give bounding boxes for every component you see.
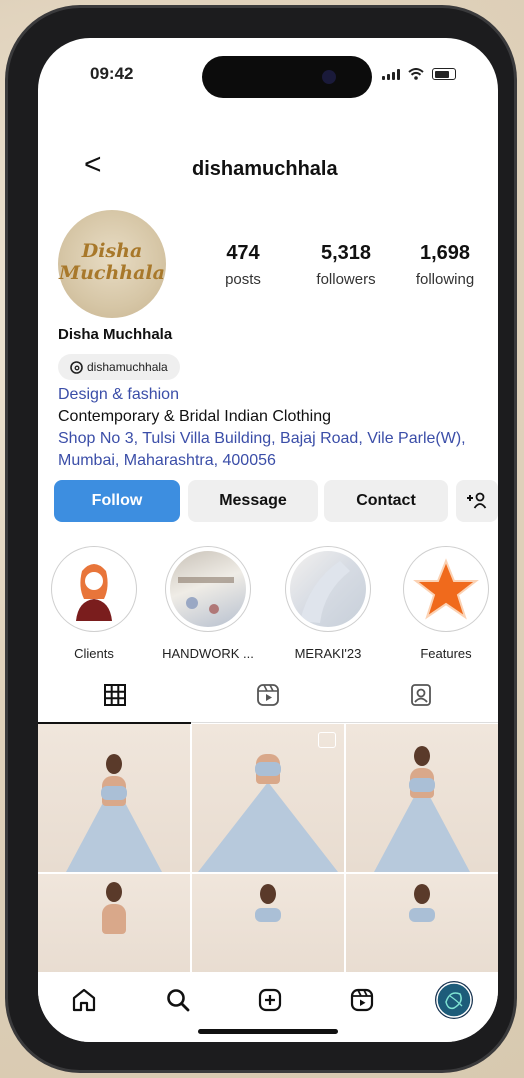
home-icon — [72, 988, 96, 1012]
profile-address[interactable]: Shop No 3, Tulsi Villa Building, Bajaj R… — [58, 428, 478, 472]
tab-reels[interactable] — [191, 668, 344, 722]
battery-icon — [432, 68, 456, 80]
stat-value: 474 — [226, 242, 260, 264]
status-bar: 09:42 — [38, 38, 498, 108]
threads-icon — [70, 360, 83, 374]
profile-name: Disha Muchhala — [58, 326, 173, 343]
nav-create[interactable] — [250, 980, 290, 1020]
highlight-label: Clients — [74, 646, 114, 661]
profile-tabs — [38, 668, 498, 724]
stat-label: posts — [225, 271, 261, 288]
create-icon — [258, 988, 282, 1012]
back-button[interactable]: < — [84, 148, 102, 182]
home-indicator — [198, 1029, 338, 1034]
reels-icon — [256, 684, 279, 706]
search-icon — [167, 989, 190, 1012]
reels-icon — [350, 988, 374, 1012]
bottom-nav — [38, 972, 498, 1042]
stat-label: followers — [316, 271, 376, 288]
avatar-logo-line1: Disha — [81, 240, 143, 262]
grid-icon — [103, 684, 126, 706]
post-thumbnail[interactable] — [38, 724, 190, 872]
stat-label: following — [415, 271, 475, 288]
highlight-label: MERAKI'23 — [294, 646, 362, 661]
message-button[interactable]: Message — [188, 480, 318, 522]
avatar-logo-line2: Muchhala — [59, 262, 165, 284]
reel-indicator-icon — [318, 732, 336, 748]
nav-search[interactable] — [158, 980, 198, 1020]
stat-value: 5,318 — [320, 242, 372, 264]
highlight-meraki[interactable]: MERAKI'23 — [280, 546, 376, 661]
highlight-image — [290, 551, 366, 627]
stat-following[interactable]: 1,698 following — [400, 242, 490, 288]
highlight-clients[interactable]: Clients — [46, 546, 142, 661]
add-user-icon — [467, 492, 487, 509]
nav-home[interactable] — [64, 980, 104, 1020]
follow-button[interactable]: Follow — [54, 480, 180, 522]
highlight-image — [408, 551, 484, 627]
highlight-ring — [403, 546, 489, 632]
post-thumbnail[interactable] — [192, 724, 344, 872]
threads-handle: dishamuchhala — [87, 360, 168, 374]
star-icon — [413, 558, 479, 620]
highlight-label: HANDWORK ... — [162, 646, 254, 661]
wifi-icon — [408, 68, 424, 80]
screen: 09:42 < dishamuchhala Disha Muchhala 474… — [38, 38, 498, 1042]
camera-icon — [322, 70, 336, 84]
status-time: 09:42 — [90, 64, 134, 83]
status-icons — [382, 68, 456, 80]
page-title: dishamuchhala — [192, 158, 338, 180]
stat-value: 1,698 — [419, 242, 471, 264]
highlight-ring — [51, 546, 137, 632]
highlight-ring — [165, 546, 251, 632]
avatar[interactable]: Disha Muchhala — [58, 210, 166, 318]
tab-tagged[interactable] — [344, 668, 497, 722]
post-thumbnail[interactable] — [192, 874, 344, 978]
highlight-image — [56, 551, 132, 627]
post-thumbnail[interactable] — [346, 724, 498, 872]
highlight-features[interactable]: Features — [398, 546, 494, 661]
phone-frame: 09:42 < dishamuchhala Disha Muchhala 474… — [8, 8, 514, 1070]
add-user-button[interactable] — [456, 480, 498, 522]
signal-icon — [382, 68, 400, 80]
threads-badge[interactable]: dishamuchhala — [58, 354, 180, 380]
profile-bio: Contemporary & Bridal Indian Clothing — [58, 408, 332, 425]
highlight-ring — [285, 546, 371, 632]
profile-category: Design & fashion — [58, 386, 179, 403]
tagged-icon — [410, 684, 431, 706]
profile-icon — [435, 981, 473, 1019]
nav-reels[interactable] — [342, 980, 382, 1020]
action-buttons: Follow Message Contact — [54, 480, 498, 522]
profile-header: < dishamuchhala — [38, 148, 498, 194]
highlight-image — [170, 551, 246, 627]
highlight-handwork[interactable]: HANDWORK ... — [160, 546, 256, 661]
bio-section: Disha Muchhala dishamuchhala Design & fa… — [58, 324, 478, 472]
post-thumbnail[interactable] — [38, 874, 190, 978]
highlight-label: Features — [420, 646, 472, 661]
stat-followers[interactable]: 5,318 followers — [298, 242, 394, 288]
post-thumbnail[interactable] — [346, 874, 498, 978]
stat-posts[interactable]: 474 posts — [198, 242, 288, 288]
contact-button[interactable]: Contact — [324, 480, 448, 522]
tab-posts[interactable] — [38, 668, 191, 724]
dynamic-island — [202, 56, 372, 98]
posts-grid — [38, 724, 498, 978]
nav-profile[interactable] — [434, 980, 474, 1020]
